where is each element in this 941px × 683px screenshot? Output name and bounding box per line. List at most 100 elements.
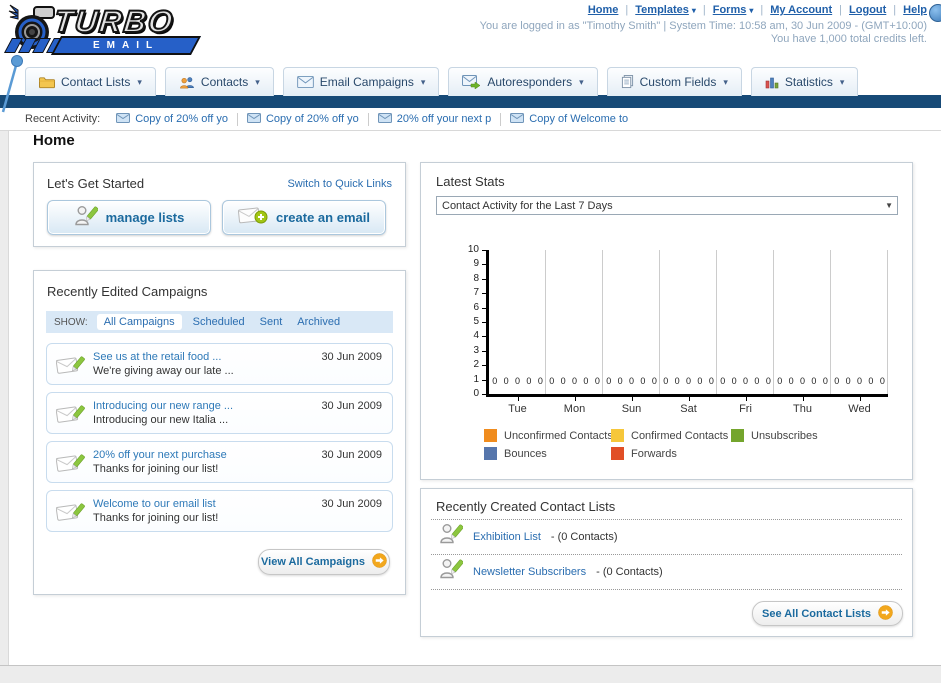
- gridline: [602, 250, 603, 394]
- x-axis-tick: [689, 397, 690, 401]
- recent-activity-item[interactable]: Copy of Welcome to: [510, 112, 628, 126]
- page-title: Home: [33, 132, 75, 149]
- value-label: 0: [811, 376, 817, 386]
- custom-fields-pages-icon: [621, 75, 634, 89]
- contact-list-link[interactable]: Newsletter Subscribers: [473, 566, 586, 578]
- separator: [500, 112, 502, 126]
- contact-list-link[interactable]: Exhibition List: [473, 531, 541, 543]
- value-label: 0: [629, 376, 635, 386]
- value-label: 0: [708, 376, 714, 386]
- tab-email-campaigns[interactable]: Email Campaigns ▾: [282, 67, 440, 96]
- separator: |: [625, 4, 629, 16]
- tab-contacts[interactable]: Contacts ▾: [164, 67, 274, 96]
- contact-lists-title: Recently Created Contact Lists: [436, 499, 616, 514]
- app-logo: TURBO EMAIL: [4, 2, 248, 60]
- chevron-down-icon: ▾: [839, 76, 845, 87]
- get-started-title: Let's Get Started: [47, 176, 145, 191]
- campaign-title-link[interactable]: See us at the retail food ...: [93, 351, 221, 363]
- campaign-row[interactable]: 20% off your next purchase Thanks for joi…: [46, 441, 393, 483]
- view-all-campaigns-button[interactable]: View All Campaigns: [258, 549, 390, 575]
- recent-activity-item[interactable]: Copy of 20% off yo: [246, 112, 359, 126]
- filter-scheduled[interactable]: Scheduled: [193, 316, 245, 328]
- contact-list-item[interactable]: Newsletter Subscribers - (0 Contacts): [431, 554, 902, 589]
- campaign-title-link[interactable]: Welcome to our email list: [93, 498, 216, 510]
- tab-label: Contacts: [200, 75, 249, 89]
- top-link-templates[interactable]: Templates ▾: [635, 4, 696, 16]
- person-edit-icon: [439, 558, 464, 586]
- top-link-logout[interactable]: Logout: [849, 4, 886, 16]
- campaign-title-link[interactable]: Introducing our new range ...: [93, 400, 233, 412]
- help-bubble-icon[interactable]: [929, 4, 941, 22]
- value-label: 0: [834, 376, 840, 386]
- x-axis-label: Sun: [621, 403, 642, 415]
- credits-info: You have 1,000 total credits left.: [770, 33, 927, 45]
- value-label: 0: [640, 376, 646, 386]
- value-label: 0: [537, 376, 543, 386]
- filter-archived[interactable]: Archived: [297, 316, 340, 328]
- value-label: 0: [606, 376, 612, 386]
- legend-item-unsubscribes: Unsubscribes: [731, 429, 818, 442]
- x-axis-label: Wed: [848, 403, 871, 415]
- campaign-row[interactable]: Welcome to our email list Thanks for join…: [46, 490, 393, 532]
- filter-all-campaigns[interactable]: All Campaigns: [96, 314, 182, 330]
- top-nav-links: Home | Templates ▾ | Forms ▾ | My Account | Logout…: [588, 4, 927, 16]
- value-label: 0: [572, 376, 578, 386]
- view-all-campaigns-label: View All Campaigns: [261, 556, 365, 568]
- value-label: 0: [731, 376, 737, 386]
- contact-list-detail: - (0 Contacts): [550, 531, 618, 543]
- recent-activity-item[interactable]: 20% off your next p: [377, 112, 491, 126]
- campaigns-title: Recently Edited Campaigns: [47, 284, 208, 299]
- campaign-date: 30 Jun 2009: [321, 400, 382, 412]
- value-label: 0: [868, 376, 874, 386]
- campaign-title-link[interactable]: 20% off your next purchase: [93, 449, 227, 461]
- tab-label: Contact Lists: [61, 75, 131, 89]
- campaign-row[interactable]: Introducing our new range ... Introducing…: [46, 392, 393, 434]
- y-axis-label: 1: [473, 373, 479, 385]
- latest-stats-title: Latest Stats: [436, 174, 505, 189]
- stats-period-select[interactable]: Contact Activity for the Last 7 Days ▼: [436, 196, 898, 215]
- get-started-buttons: manage lists create an email: [47, 200, 386, 235]
- bottom-gutter: [0, 665, 941, 683]
- small-envelope-icon: [510, 112, 525, 126]
- show-label: SHOW:: [54, 316, 88, 328]
- top-link-my-account[interactable]: My Account: [770, 4, 832, 16]
- top-link-forms[interactable]: Forms ▾: [713, 4, 754, 16]
- x-axis-label: Thu: [793, 403, 812, 415]
- top-link-home[interactable]: Home: [588, 4, 619, 16]
- contact-list-item[interactable]: Exhibition List - (0 Contacts): [431, 519, 902, 554]
- value-label: 0: [720, 376, 726, 386]
- chevron-down-icon: ▾: [579, 76, 584, 87]
- value-label: 0: [594, 376, 600, 386]
- tab-custom-fields[interactable]: Custom Fields ▾: [606, 67, 742, 96]
- filter-sent[interactable]: Sent: [260, 316, 283, 328]
- manage-lists-button[interactable]: manage lists: [47, 200, 211, 235]
- legend-swatch: [611, 429, 624, 442]
- value-label: 0: [651, 376, 657, 386]
- tab-label: Email Campaigns: [319, 75, 414, 89]
- recent-activity-item-label: Copy of 20% off yo: [265, 113, 359, 125]
- value-label: 0: [857, 376, 863, 386]
- gridline: [716, 250, 717, 394]
- separator: [367, 112, 369, 126]
- campaign-row[interactable]: See us at the retail food ... We're givin…: [46, 343, 393, 385]
- recent-activity-item[interactable]: Copy of 20% off yo: [116, 112, 228, 126]
- contact-lists-folder-icon: [39, 76, 55, 89]
- y-axis-tick: [482, 365, 487, 367]
- top-link-help[interactable]: Help: [903, 4, 927, 16]
- y-axis-label: 3: [473, 344, 479, 356]
- chevron-down-icon: ▾: [420, 76, 426, 87]
- tab-label: Custom Fields: [639, 75, 717, 89]
- gridline: [659, 250, 660, 394]
- tab-statistics[interactable]: Statistics ▾: [750, 67, 859, 96]
- create-an-email-button[interactable]: create an email: [222, 200, 386, 235]
- logo-subtitle: EMAIL: [92, 40, 160, 51]
- tab-autoresponders[interactable]: Autoresponders ▾: [448, 67, 598, 96]
- see-all-contact-lists-button[interactable]: See All Contact Lists: [752, 601, 903, 626]
- separator: |: [893, 4, 897, 16]
- legend-label: Unsubscribes: [751, 429, 818, 442]
- switch-quick-links[interactable]: Switch to Quick Links: [287, 178, 392, 190]
- tab-contact-lists[interactable]: Contact Lists ▾: [25, 67, 156, 96]
- tab-label: Autoresponders: [487, 75, 573, 89]
- campaigns-panel: Recently Edited Campaigns SHOW: All Camp…: [33, 270, 406, 595]
- legend-label: Bounces: [504, 447, 547, 460]
